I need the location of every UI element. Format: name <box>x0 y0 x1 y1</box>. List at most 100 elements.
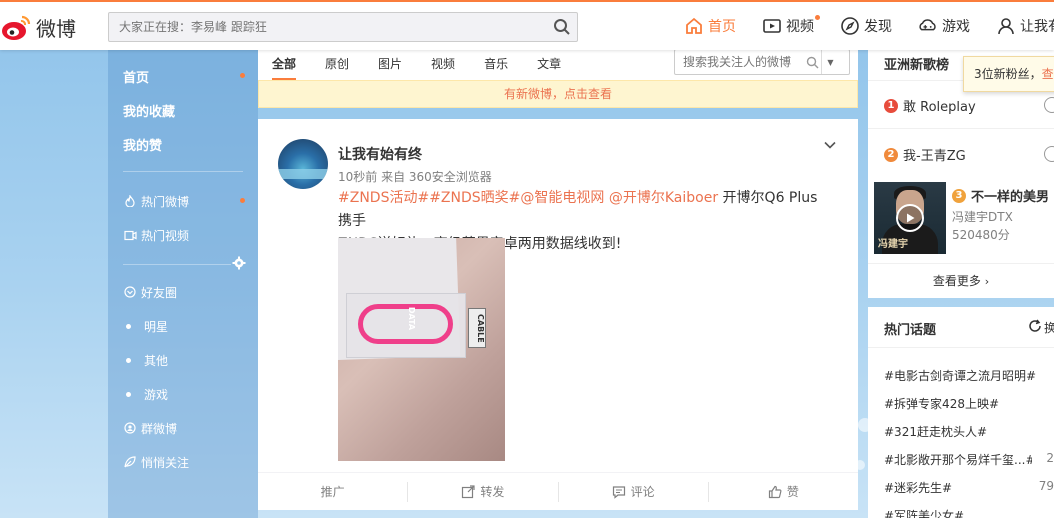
friends-icon <box>123 286 137 298</box>
see-more-link[interactable]: 查看更多 › <box>868 272 1054 289</box>
sidebar-item-hot-weibo[interactable]: 热门微博 <box>123 188 253 214</box>
logo-text: 微博 <box>36 16 76 41</box>
repost-button[interactable]: 转发 <box>407 481 557 502</box>
topic-link[interactable]: #ZNDS晒奖# <box>429 190 520 206</box>
sidebar-item-friends[interactable]: 好友圈 <box>123 279 253 305</box>
new-posts-notice[interactable]: 有新微博，点击查看 <box>258 80 858 108</box>
topic-link[interactable]: #ZNDS活动# <box>338 190 429 206</box>
like-label: 赞 <box>786 485 799 499</box>
sidebar-item-group-weibo[interactable]: 群微博 <box>123 415 253 441</box>
search-icon[interactable] <box>803 56 821 69</box>
topic-count: 2 <box>1046 451 1054 465</box>
repost-label: 转发 <box>480 485 505 499</box>
sidebar-item-home[interactable]: 首页 <box>123 63 253 89</box>
tab-music[interactable]: 音乐 <box>484 46 508 80</box>
comment-label: 评论 <box>630 485 655 499</box>
tab-original[interactable]: 原创 <box>325 46 349 80</box>
song-name: 敢 Roleplay <box>903 100 976 115</box>
home-icon <box>684 16 704 36</box>
nav-home[interactable]: 首页 <box>684 16 736 36</box>
topic-item[interactable]: #迷彩先生# <box>884 479 952 496</box>
song-name: 我-王青ZG <box>903 149 966 164</box>
tooltip-link[interactable]: 查 <box>1042 67 1054 81</box>
topic-item[interactable]: #拆弹专家428上映# <box>884 395 999 412</box>
post-photo[interactable]: DATA CABLE <box>338 238 505 461</box>
search-input[interactable] <box>119 20 547 34</box>
sidebar-item-likes[interactable]: 我的赞 <box>123 131 253 157</box>
hot-topics-title[interactable]: 热门话题 <box>884 319 936 338</box>
song-rank: 3 <box>952 188 966 203</box>
share-icon <box>461 484 475 499</box>
refresh-button[interactable]: 换 <box>1028 319 1054 336</box>
nav-profile[interactable]: 让我有始 <box>996 16 1054 36</box>
divider <box>868 128 1054 129</box>
song-score: 520480分 <box>952 228 1010 242</box>
nav-game-label: 游戏 <box>942 19 970 35</box>
song-item[interactable]: 1 敢 Roleplay <box>884 96 976 115</box>
settings-gear-icon[interactable] <box>232 256 246 270</box>
song-item[interactable]: 3 不一样的美男 <box>952 186 1049 205</box>
sidebar-item-label: 我的收藏 <box>123 104 176 120</box>
topic-item[interactable]: #北影敞开那个易烊千玺...# <box>884 451 1032 468</box>
song-item[interactable]: 2 我-王青ZG <box>884 145 966 164</box>
weibo-logo[interactable]: 微博 <box>0 10 80 44</box>
topic-item[interactable]: #军阵美少女# <box>884 507 964 518</box>
like-icon <box>768 485 782 499</box>
dropdown-arrow-icon[interactable]: ▼ <box>821 50 839 74</box>
mention-link[interactable]: @智能电视网 <box>520 190 604 206</box>
tab-videos[interactable]: 视频 <box>431 46 455 80</box>
post-author[interactable]: 让我有始有终 <box>338 144 422 164</box>
feed-tabs: 全部 原创 图片 视频 音乐 文章 ▼ <box>258 46 858 80</box>
top-bar: 微博 首页 视频 发现 <box>0 0 1054 50</box>
nav-discover[interactable]: 发现 <box>840 16 892 36</box>
sidebar-item-stars[interactable]: 明星 <box>123 313 253 339</box>
thumbnail-text: 冯建宇 <box>878 239 908 250</box>
author-avatar[interactable] <box>278 139 328 189</box>
refresh-icon <box>1028 319 1042 336</box>
new-followers-tooltip[interactable]: 3位新粉丝，查 <box>963 56 1054 92</box>
promote-button[interactable]: 推广 <box>258 482 407 502</box>
nav-game[interactable]: 游戏 <box>918 16 970 36</box>
like-button[interactable]: 赞 <box>707 481 858 502</box>
chevron-right-icon: › <box>984 275 990 288</box>
divider <box>868 347 1054 348</box>
sidebar-divider <box>123 264 231 265</box>
search-icon[interactable] <box>547 13 577 41</box>
post-meta: 10秒前 来自 360安全浏览器 <box>338 170 492 184</box>
comment-button[interactable]: 评论 <box>557 481 708 502</box>
sidebar-item-favorites[interactable]: 我的收藏 <box>123 97 253 123</box>
music-chart-title[interactable]: 亚洲新歌榜 <box>884 54 949 73</box>
user-icon <box>996 16 1016 36</box>
play-icon[interactable] <box>1044 146 1054 162</box>
post-card: 让我有始有终 10秒前 来自 360安全浏览器 #ZNDS活动##ZNDS晒奖#… <box>258 119 858 510</box>
fire-icon <box>123 195 137 207</box>
compass-icon <box>840 16 860 36</box>
video-icon <box>762 16 782 36</box>
chevron-down-icon[interactable] <box>822 137 838 153</box>
topic-item[interactable]: #321赶走枕头人# <box>884 423 987 440</box>
video-icon <box>123 230 137 241</box>
sidebar-item-label: 游戏 <box>144 387 169 402</box>
mention-link[interactable]: @开博尔Kaiboer <box>604 190 718 206</box>
tab-articles[interactable]: 文章 <box>537 46 561 80</box>
top-nav: 首页 视频 发现 游戏 让我有始 <box>684 2 1054 50</box>
sidebar-item-label: 悄悄关注 <box>141 455 190 470</box>
song-thumbnail[interactable]: 冯建宇 <box>874 182 946 254</box>
sidebar-item-secret-follow[interactable]: 悄悄关注 <box>123 449 253 475</box>
post-actions: 推广 转发 评论 赞 <box>258 472 858 510</box>
video-badge <box>815 15 820 20</box>
play-icon[interactable] <box>896 204 924 232</box>
tab-all[interactable]: 全部 <box>272 46 297 80</box>
feed-search-input[interactable] <box>683 55 803 69</box>
photo-label-text: DATA <box>407 306 417 331</box>
song-artist[interactable]: 冯建宇DTX <box>952 208 1013 225</box>
sidebar-item-other[interactable]: 其他 <box>123 347 253 373</box>
topic-item[interactable]: #电影古剑奇谭之流月昭明# <box>884 367 1036 384</box>
sidebar-item-hot-video[interactable]: 热门视频 <box>123 222 253 248</box>
nav-video[interactable]: 视频 <box>762 15 820 36</box>
tab-pictures[interactable]: 图片 <box>378 46 402 80</box>
play-icon[interactable] <box>1044 97 1054 113</box>
sidebar-item-label: 明星 <box>144 319 169 334</box>
sidebar-divider <box>123 171 243 172</box>
sidebar-item-games[interactable]: 游戏 <box>123 381 253 407</box>
